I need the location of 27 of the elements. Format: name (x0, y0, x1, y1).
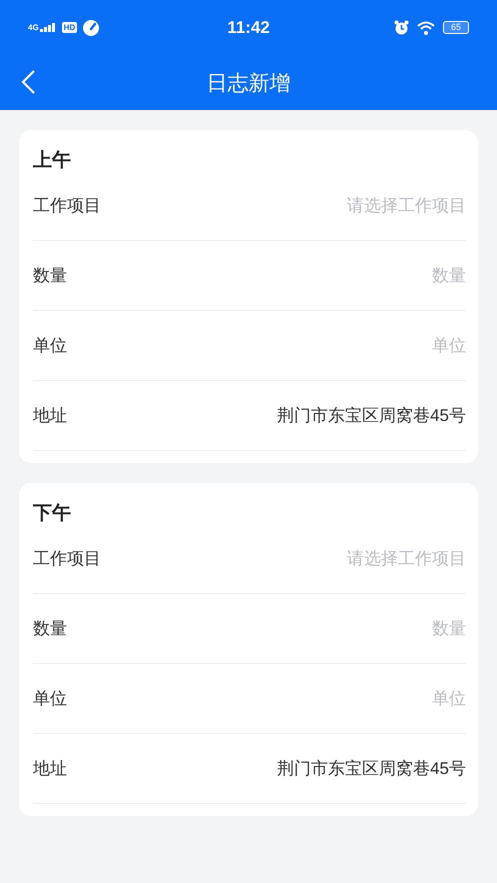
section-title: 上午 (33, 149, 72, 171)
input-field[interactable]: 请选择工作项目 (101, 196, 466, 216)
status-time: 11:42 (227, 18, 270, 38)
signal-icon (40, 23, 56, 32)
input-field[interactable]: 请选择工作项目 (101, 548, 466, 568)
input-field[interactable]: 单位 (67, 688, 466, 708)
field-label: 数量 (33, 618, 67, 640)
field-label: 单位 (33, 688, 67, 710)
field-label: 工作项目 (33, 195, 101, 217)
page-title: 日志新增 (206, 70, 290, 96)
field-label: 单位 (33, 335, 67, 357)
input-field[interactable]: 荆门市东宝区周窝巷45号 (67, 758, 466, 778)
section-title: 下午 (33, 502, 72, 524)
input-field[interactable]: 单位 (67, 336, 466, 356)
hd-badge: HD (62, 22, 78, 33)
battery-indicator: 65 (443, 21, 470, 34)
input-field[interactable]: 数量 (67, 618, 466, 638)
gauge-icon (83, 20, 100, 36)
input-field[interactable]: 荆门市东宝区周窝巷45号 (67, 406, 466, 426)
input-field[interactable]: 数量 (67, 266, 466, 286)
field-label: 工作项目 (33, 548, 101, 570)
field-label: 数量 (33, 265, 67, 287)
field-label: 地址 (33, 758, 67, 780)
alarm-icon (394, 20, 409, 35)
field-label: 地址 (33, 405, 67, 427)
wifi-icon (417, 20, 435, 34)
network-type: 4G (28, 23, 39, 32)
